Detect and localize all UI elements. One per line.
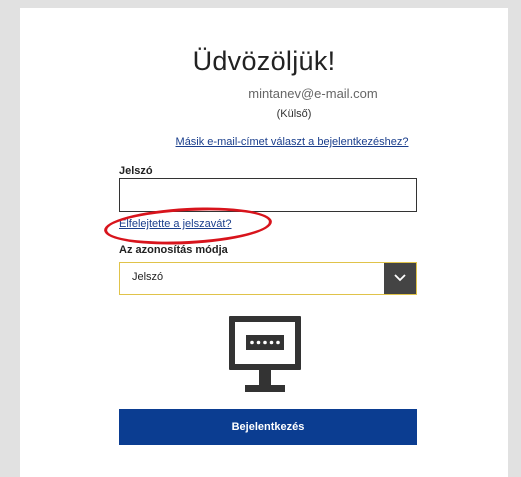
account-type: (Külső) (276, 108, 312, 120)
page-background: Üdvözöljük! mintanev@e-mail.com (Külső) … (0, 0, 521, 477)
login-button[interactable]: Bejelentkezés (119, 409, 417, 445)
chevron-down-icon (394, 274, 406, 282)
account-email: mintanev@e-mail.com (248, 86, 378, 101)
page-title: Üdvözöljük! (192, 46, 336, 76)
login-card: Üdvözöljük! mintanev@e-mail.com (Külső) … (20, 8, 508, 477)
other-email-link[interactable]: Másik e-mail-címet választ a bejelentkez… (20, 136, 508, 148)
password-input[interactable] (119, 178, 417, 212)
password-monitor-icon (227, 314, 303, 399)
auth-method-select[interactable]: Jelszó (119, 262, 417, 295)
auth-method-dropdown-button[interactable] (384, 263, 416, 294)
auth-method-selected: Jelszó (132, 271, 164, 283)
auth-method-label: Az azonosítás módja (119, 244, 228, 256)
password-label: Jelszó (119, 165, 153, 177)
